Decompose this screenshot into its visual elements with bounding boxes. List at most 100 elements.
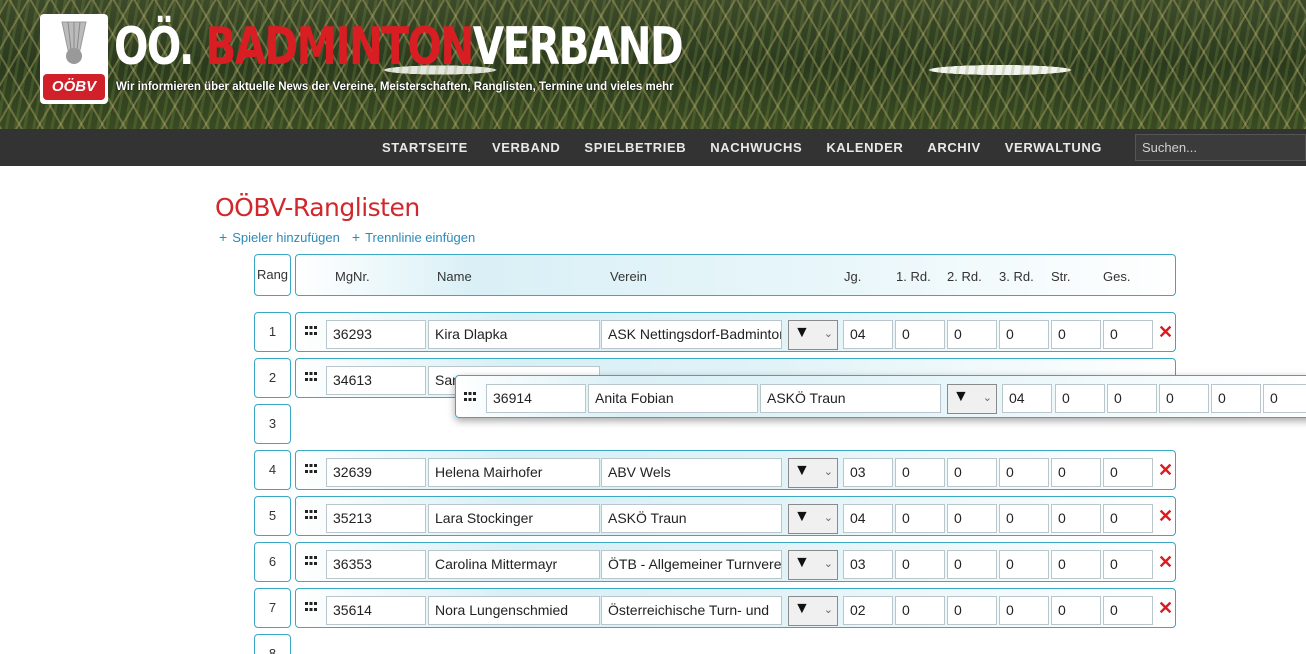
- verein-field[interactable]: ASKÖ Traun: [760, 384, 941, 413]
- drag-handle-icon[interactable]: [464, 392, 476, 402]
- add-player-link[interactable]: + Spieler hinzufügen: [219, 229, 340, 245]
- player-row[interactable]: 32639 Helena Mairhofer ABV Wels ▼ ⌄ 03 0…: [295, 450, 1176, 490]
- category-select[interactable]: ▼ ⌄: [788, 596, 838, 626]
- verein-field[interactable]: ASKÖ Traun: [601, 504, 782, 533]
- header-str: Str.: [1051, 269, 1071, 284]
- player-row[interactable]: 35614 Nora Lungenschmied Österreichische…: [295, 588, 1176, 628]
- str-field[interactable]: 0: [1051, 458, 1101, 487]
- rd2-field[interactable]: 0: [947, 458, 997, 487]
- delete-icon[interactable]: ✕: [1158, 598, 1173, 619]
- rank-cell: 5: [254, 496, 291, 536]
- rd2-field[interactable]: 0: [947, 596, 997, 625]
- ges-field[interactable]: 0: [1103, 458, 1153, 487]
- ges-field[interactable]: 0: [1263, 384, 1306, 413]
- nav-item-archiv[interactable]: ARCHIV: [915, 129, 992, 166]
- rd1-field[interactable]: 0: [1055, 384, 1105, 413]
- ges-field[interactable]: 0: [1103, 504, 1153, 533]
- rd1-field[interactable]: 0: [895, 320, 945, 349]
- jg-field[interactable]: 03: [843, 550, 893, 579]
- name-field[interactable]: Anita Fobian: [588, 384, 758, 413]
- rd2-field[interactable]: 0: [947, 504, 997, 533]
- delete-icon[interactable]: ✕: [1158, 552, 1173, 573]
- plus-icon: +: [219, 229, 228, 245]
- table-header-row: MgNr. Name Verein Jg. 1. Rd. 2. Rd. 3. R…: [295, 254, 1176, 296]
- nav-item-spielbetrieb[interactable]: SPIELBETRIEB: [572, 129, 698, 166]
- delete-icon[interactable]: ✕: [1158, 322, 1173, 343]
- drag-handle-icon[interactable]: [305, 602, 317, 612]
- drag-handle-icon[interactable]: [305, 372, 317, 382]
- nav-item-startseite[interactable]: STARTSEITE: [370, 129, 480, 166]
- logo-label: OÖBV: [43, 74, 105, 100]
- rang-header: Rang: [254, 254, 291, 296]
- name-field[interactable]: Nora Lungenschmied: [428, 596, 600, 625]
- rd3-field[interactable]: 0: [999, 458, 1049, 487]
- jg-field[interactable]: 04: [1002, 384, 1052, 413]
- nav-item-verwaltung[interactable]: VERWALTUNG: [993, 129, 1114, 166]
- drag-handle-icon[interactable]: [305, 556, 317, 566]
- rank-cell: 8: [254, 634, 291, 654]
- rd3-field[interactable]: 0: [999, 504, 1049, 533]
- ges-field[interactable]: 0: [1103, 550, 1153, 579]
- jg-field[interactable]: 02: [843, 596, 893, 625]
- name-field[interactable]: Carolina Mittermayr: [428, 550, 600, 579]
- category-select[interactable]: ▼ ⌄: [788, 320, 838, 350]
- rd2-field[interactable]: 0: [947, 550, 997, 579]
- verein-field[interactable]: Österreichische Turn- und: [601, 596, 782, 625]
- mgnr-field[interactable]: 36914: [486, 384, 586, 413]
- rd1-field[interactable]: 0: [895, 458, 945, 487]
- dragged-player-row[interactable]: 36914 Anita Fobian ASKÖ Traun ▼ ⌄ 04 0 0…: [455, 375, 1306, 418]
- verein-field[interactable]: ÖTB - Allgemeiner Turnverein: [601, 550, 782, 579]
- str-field[interactable]: 0: [1211, 384, 1261, 413]
- mgnr-field[interactable]: 36353: [326, 550, 426, 579]
- drag-handle-icon[interactable]: [305, 464, 317, 474]
- category-select[interactable]: ▼ ⌄: [788, 550, 838, 580]
- nav-item-nachwuchs[interactable]: NACHWUCHS: [698, 129, 814, 166]
- rd1-field[interactable]: 0: [895, 596, 945, 625]
- rd1-field[interactable]: 0: [895, 550, 945, 579]
- ges-field[interactable]: 0: [1103, 596, 1153, 625]
- rd3-field[interactable]: 0: [1159, 384, 1209, 413]
- name-field[interactable]: Lara Stockinger: [428, 504, 600, 533]
- str-field[interactable]: 0: [1051, 320, 1101, 349]
- mgnr-field[interactable]: 36293: [326, 320, 426, 349]
- jg-field[interactable]: 03: [843, 458, 893, 487]
- verein-field[interactable]: ABV Wels: [601, 458, 782, 487]
- rd3-field[interactable]: 0: [999, 596, 1049, 625]
- rank-cell: 4: [254, 450, 291, 490]
- rd3-field[interactable]: 0: [999, 320, 1049, 349]
- mgnr-field[interactable]: 32639: [326, 458, 426, 487]
- oobv-logo[interactable]: OÖBV: [40, 14, 108, 104]
- chevron-down-icon: ⌄: [823, 328, 833, 340]
- delete-icon[interactable]: ✕: [1158, 506, 1173, 527]
- player-row[interactable]: 36353 Carolina Mittermayr ÖTB - Allgemei…: [295, 542, 1176, 582]
- str-field[interactable]: 0: [1051, 596, 1101, 625]
- drag-handle-icon[interactable]: [305, 510, 317, 520]
- player-row[interactable]: 35213 Lara Stockinger ASKÖ Traun ▼ ⌄ 04 …: [295, 496, 1176, 536]
- str-field[interactable]: 0: [1051, 550, 1101, 579]
- name-field[interactable]: Helena Mairhofer: [428, 458, 600, 487]
- ges-field[interactable]: 0: [1103, 320, 1153, 349]
- shuttlecock-icon: [61, 21, 87, 64]
- name-field[interactable]: Kira Dlapka: [428, 320, 600, 349]
- category-select[interactable]: ▼ ⌄: [947, 384, 997, 414]
- player-row[interactable]: 36293 Kira Dlapka ASK Nettingsdorf-Badmi…: [295, 312, 1176, 352]
- category-select[interactable]: ▼ ⌄: [788, 458, 838, 488]
- rd3-field[interactable]: 0: [999, 550, 1049, 579]
- rd2-field[interactable]: 0: [947, 320, 997, 349]
- search-input[interactable]: [1135, 134, 1306, 161]
- rd1-field[interactable]: 0: [895, 504, 945, 533]
- verein-field[interactable]: ASK Nettingsdorf-Badminton: [601, 320, 782, 349]
- str-field[interactable]: 0: [1051, 504, 1101, 533]
- category-select[interactable]: ▼ ⌄: [788, 504, 838, 534]
- nav-item-kalender[interactable]: KALENDER: [814, 129, 915, 166]
- rd2-field[interactable]: 0: [1107, 384, 1157, 413]
- delete-icon[interactable]: ✕: [1158, 460, 1173, 481]
- nav-item-verband[interactable]: VERBAND: [480, 129, 572, 166]
- mgnr-field[interactable]: 35614: [326, 596, 426, 625]
- mgnr-field[interactable]: 35213: [326, 504, 426, 533]
- jg-field[interactable]: 04: [843, 320, 893, 349]
- add-separator-link[interactable]: + Trennlinie einfügen: [352, 229, 475, 245]
- mgnr-field[interactable]: 34613: [326, 366, 426, 395]
- jg-field[interactable]: 04: [843, 504, 893, 533]
- drag-handle-icon[interactable]: [305, 326, 317, 336]
